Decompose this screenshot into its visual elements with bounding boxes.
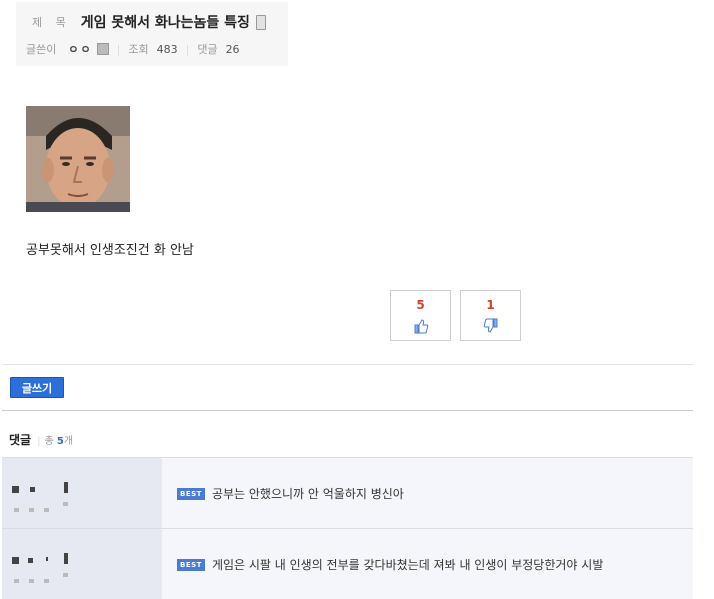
post-image — [26, 106, 130, 212]
divider-line — [2, 410, 693, 411]
comment-author[interactable] — [2, 529, 162, 599]
comments-count: 26 — [225, 42, 240, 56]
author-label: 글쓴이 — [26, 43, 57, 56]
thumbs-down-icon — [483, 318, 497, 333]
comment-author[interactable] — [2, 458, 162, 528]
portrait-image — [26, 106, 130, 212]
best-badge: BEST — [177, 487, 205, 500]
views-label: 조회 — [128, 43, 149, 56]
author-name[interactable]: ㅇㅇ — [68, 41, 92, 57]
total-count: 5 — [56, 436, 64, 447]
comment-content: BEST 공부는 안했으니까 안 억울하지 병신아 — [162, 458, 693, 528]
downvote-count: 1 — [486, 298, 495, 312]
comment-row: BEST 공부는 안했으니까 안 억울하지 병신아 — [2, 457, 693, 528]
title-label: 제 목 — [32, 16, 71, 29]
divider-line — [2, 364, 693, 365]
meta-row: 글쓴이 ㅇㅇ | 조회 483 | 댓글 26 — [26, 40, 240, 58]
total-suffix: 개 — [63, 436, 74, 447]
comments-total: | 총 5개 — [37, 432, 73, 447]
thumbs-up-icon — [414, 319, 428, 334]
views-count: 483 — [156, 42, 178, 56]
comments-header: 댓글 | 총 5개 — [9, 431, 73, 448]
divider: | — [116, 42, 121, 56]
post-body: 공부못해서 인생조진건 화 안남 — [26, 243, 194, 258]
mobile-icon — [255, 14, 266, 30]
write-button[interactable]: 글쓰기 — [10, 377, 64, 398]
upvote-count: 5 — [416, 298, 425, 312]
upvote-button[interactable]: 5 — [390, 290, 451, 341]
title-row: 제 목 게임 못해서 화나는놈들 특징 — [32, 12, 266, 32]
divider: | — [37, 436, 41, 447]
divider: | — [185, 42, 190, 56]
comment-row: BEST 게임은 시팔 내 인생의 전부를 갖다바쳤는데 져봐 내 인생이 부정… — [2, 528, 693, 599]
best-badge: BEST — [177, 558, 205, 571]
comment-text: 공부는 안했으니까 안 억울하지 병신아 — [211, 487, 404, 501]
total-prefix: 총 — [44, 436, 57, 447]
comments-title: 댓글 — [9, 433, 32, 447]
post-header: 제 목 게임 못해서 화나는놈들 특징 글쓴이 ㅇㅇ | 조회 483 | 댓글… — [16, 2, 288, 66]
user-info-icon[interactable] — [96, 43, 109, 55]
comment-content: BEST 게임은 시팔 내 인생의 전부를 갖다바쳤는데 져봐 내 인생이 부정… — [162, 529, 693, 599]
post-title: 게임 못해서 화나는놈들 특징 — [80, 15, 250, 31]
downvote-button[interactable]: 1 — [460, 290, 521, 341]
comment-text: 게임은 시팔 내 인생의 전부를 갖다바쳤는데 져봐 내 인생이 부정당한거야 … — [211, 558, 604, 572]
comments-label: 댓글 — [197, 43, 218, 56]
